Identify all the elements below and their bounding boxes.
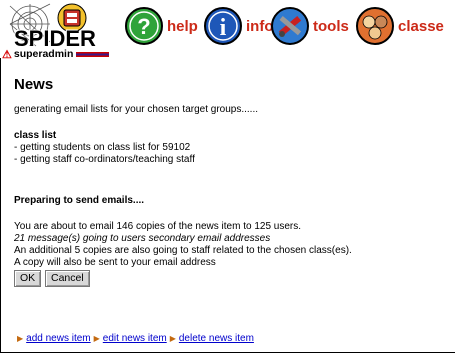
warning-icon: ⚠	[2, 48, 12, 61]
delete-news-item-link[interactable]: delete news item	[179, 333, 254, 344]
action-buttons: OK Cancel	[14, 270, 214, 290]
info-icon: i	[204, 7, 242, 45]
cancel-button[interactable]: Cancel	[45, 270, 90, 287]
arrow-icon: ▶	[93, 334, 100, 343]
class-list-line: - getting students on class list for 591…	[14, 142, 191, 153]
edit-news-item-link[interactable]: edit news item	[103, 333, 167, 344]
svg-text:?: ?	[137, 14, 150, 39]
username: superadmin	[13, 48, 74, 60]
svg-text:i: i	[220, 15, 227, 41]
class-list-line: - getting staff co-ordinators/teaching s…	[14, 154, 195, 165]
summary-line: 21 message(s) going to users secondary e…	[14, 233, 271, 244]
user-bar: ⚠ superadmin	[2, 48, 110, 61]
tools-icon	[271, 7, 309, 45]
footer-links: ▶ add news item ▶ edit news item ▶ delet…	[14, 333, 254, 344]
arrow-icon: ▶	[17, 334, 24, 343]
nav-classes[interactable]: classe	[355, 4, 444, 48]
class-list-heading: class list	[14, 130, 57, 141]
nav-info[interactable]: i info	[203, 4, 274, 48]
ok-button[interactable]: OK	[14, 270, 41, 287]
summary-line: An additional 5 copies are also going to…	[14, 245, 352, 256]
nav-classes-label: classe	[398, 17, 444, 35]
classes-icon	[356, 7, 394, 45]
help-icon: ?	[125, 7, 163, 45]
nav-help[interactable]: ? help	[124, 4, 198, 48]
summary-line: A copy will also be sent to your email a…	[14, 257, 216, 268]
spider-logo[interactable]: SPIDER	[6, 2, 104, 51]
arrow-icon: ▶	[169, 334, 176, 343]
nav-help-label: help	[167, 17, 198, 35]
preparing-heading: Preparing to send emails....	[14, 195, 145, 206]
nav-tools[interactable]: tools	[270, 4, 349, 48]
intro-text: generating email lists for your chosen t…	[14, 104, 259, 115]
user-status-bar	[76, 51, 110, 57]
summary-line: You are about to email 146 copies of the…	[14, 221, 302, 232]
add-news-item-link[interactable]: add news item	[26, 333, 90, 344]
nav-tools-label: tools	[313, 17, 349, 35]
page-title: News	[14, 76, 54, 93]
